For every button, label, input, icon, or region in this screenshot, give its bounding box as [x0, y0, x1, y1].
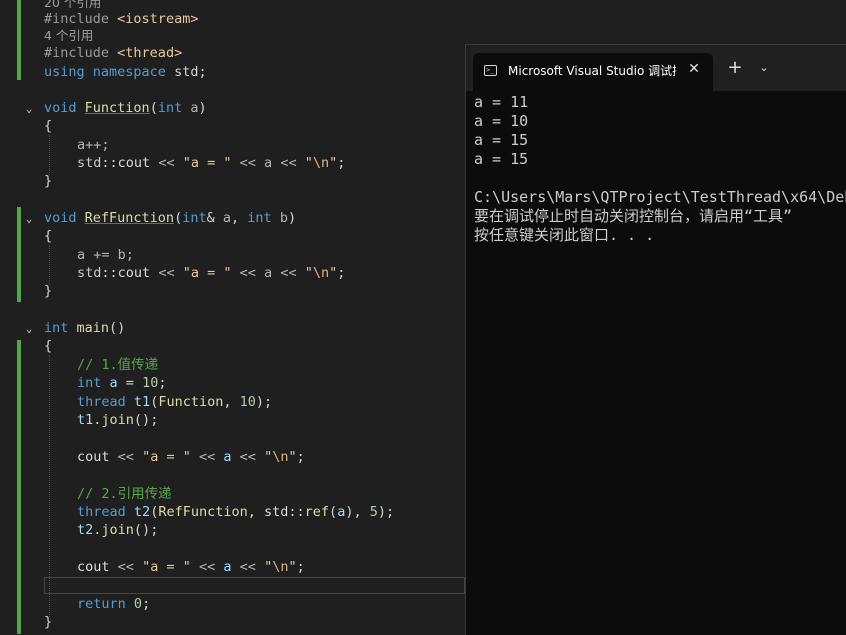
output-line: a = 15 [474, 131, 529, 149]
code-line: a += b; [77, 247, 134, 263]
terminal-tab[interactable]: >_ Microsoft Visual Studio 调试控 ✕ [473, 53, 713, 91]
code-line: // 2.引用传递 [77, 486, 172, 502]
close-icon[interactable]: ✕ [685, 60, 703, 78]
code-line: thread t1(Function, 10); [77, 394, 273, 410]
indent-guide [49, 245, 50, 285]
fold-chevron-icon[interactable]: ⌄ [23, 103, 35, 115]
code-line: void RefFunction(int& a, int b) [44, 210, 297, 226]
terminal-icon: >_ [484, 65, 497, 76]
code-line: thread t2(RefFunction, std::ref(a), 5); [77, 504, 395, 520]
code-line: return 0; [77, 596, 151, 612]
code-line: void Function(int a) [44, 100, 207, 116]
change-indicator [17, 207, 21, 302]
output-line: 要在调试停止时自动关闭控制台，请启用“工具” [474, 207, 793, 225]
code-line: } [44, 614, 53, 630]
code-line: } [44, 173, 53, 189]
output-line: a = 11 [474, 93, 529, 111]
code-line: int a = 10; [77, 375, 167, 391]
tab-title: Microsoft Visual Studio 调试控 [508, 64, 676, 78]
chevron-down-icon[interactable]: ⌄ [754, 57, 774, 79]
code-line: { [44, 118, 53, 134]
code-line: a++; [77, 137, 110, 153]
code-line: { [44, 338, 53, 354]
code-line: int main() [44, 320, 126, 336]
code-line: t1.join(); [77, 412, 159, 428]
code-lens-references[interactable]: 4 个引用 [44, 27, 93, 45]
plus-icon[interactable]: + [724, 57, 746, 79]
code-line: { [44, 228, 53, 244]
code-line: std::cout << "a = " << a << "\n"; [77, 265, 346, 281]
change-indicator [17, 0, 21, 80]
code-line: using namespace std; [44, 64, 207, 80]
indent-guide [49, 135, 50, 175]
code-line: } [44, 283, 53, 299]
output-line: C:\Users\Mars\QTProject\TestThread\x64\D… [474, 188, 846, 206]
code-line: #include <thread> [44, 45, 183, 61]
code-line: t2.join(); [77, 522, 159, 538]
change-indicator [17, 340, 21, 634]
output-line: a = 10 [474, 112, 529, 130]
code-line: cout << "a = " << a << "\n"; [77, 449, 305, 465]
code-line: cout << "a = " << a << "\n"; [77, 559, 305, 575]
output-line: 按任意键关闭此窗口. . . [474, 226, 655, 244]
code-line: std::cout << "a = " << a << "\n"; [77, 155, 346, 171]
code-line: #include <iostream> [44, 11, 199, 27]
terminal-titlebar[interactable]: >_ Microsoft Visual Studio 调试控 ✕ + ⌄ [466, 45, 846, 91]
code-line: // 1.值传递 [77, 357, 159, 373]
output-line: a = 15 [474, 150, 529, 168]
fold-chevron-icon[interactable]: ⌄ [23, 213, 35, 225]
fold-chevron-icon[interactable]: ⌄ [23, 323, 35, 335]
terminal-window[interactable]: >_ Microsoft Visual Studio 调试控 ✕ + ⌄ a =… [465, 44, 846, 635]
current-line-highlight [44, 577, 465, 594]
terminal-output[interactable]: a = 11 a = 10 a = 15 a = 15 C:\Users\Mar… [474, 93, 846, 245]
